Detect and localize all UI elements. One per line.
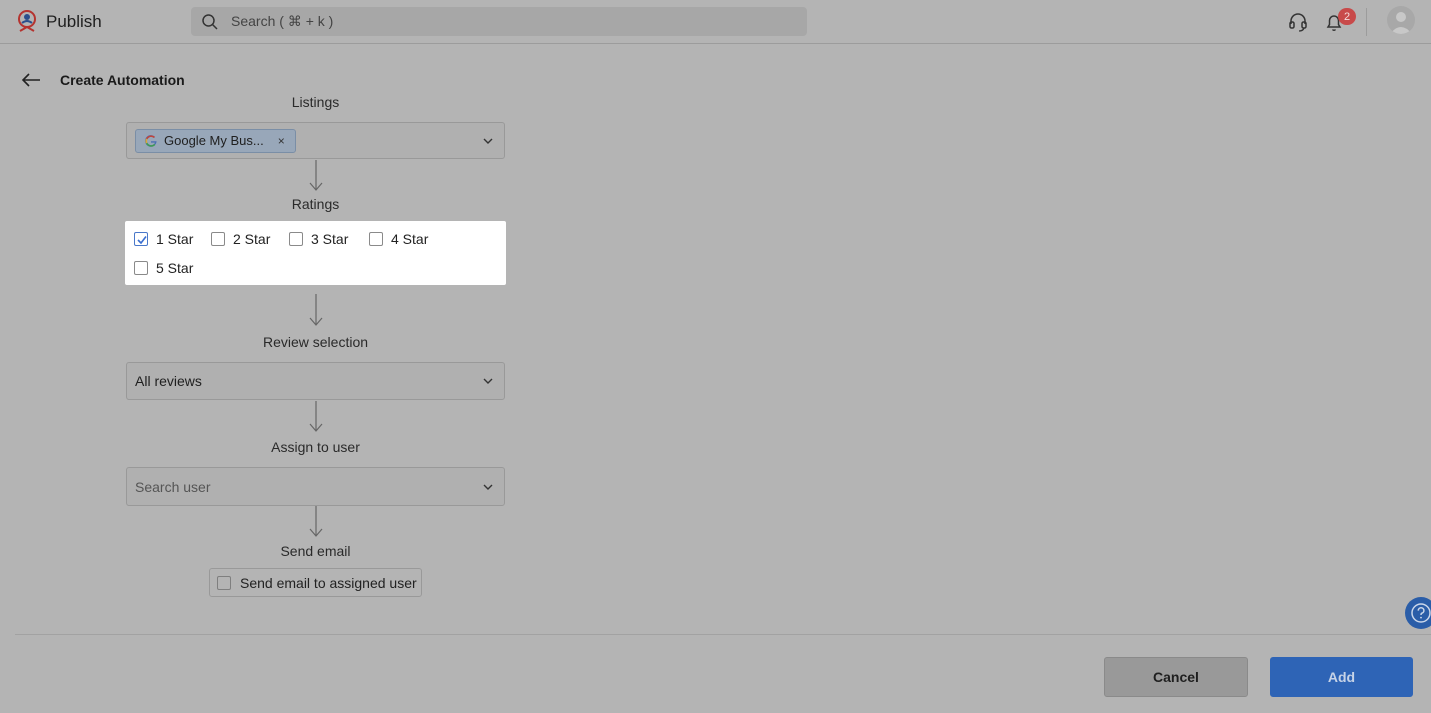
listings-label: Listings	[291, 94, 340, 110]
send-email-option[interactable]: Send email to assigned user	[209, 568, 422, 597]
checkmark-icon	[137, 236, 147, 245]
google-icon	[145, 134, 157, 147]
search-placeholder: Search ( ⌘ + k )	[231, 13, 334, 29]
send-email-checkbox[interactable]	[217, 575, 231, 590]
rating-option-label: 2 Star	[233, 231, 271, 247]
search-icon	[202, 13, 218, 30]
listing-chip-label: Google My Bus...	[164, 133, 264, 148]
flow-connector-arrow-icon	[309, 294, 323, 326]
ratings-label: Ratings	[291, 196, 340, 212]
search-input[interactable]: Search ( ⌘ + k )	[191, 7, 807, 36]
avatar[interactable]	[1387, 6, 1415, 34]
rating-option-label: 3 Star	[311, 231, 349, 247]
review-selection-select[interactable]: All reviews	[126, 362, 505, 400]
chevron-down-icon	[483, 484, 493, 490]
rating-option-label: 5 Star	[156, 260, 194, 276]
notification-badge: 2	[1338, 8, 1356, 25]
flow-connector-arrow-icon	[309, 506, 323, 537]
headset-icon[interactable]	[1287, 11, 1309, 33]
assign-user-select[interactable]: Search user	[126, 467, 505, 506]
rating-option-label: 1 Star	[156, 231, 194, 247]
header-divider	[1366, 8, 1367, 36]
publish-logo-icon	[18, 10, 36, 32]
user-icon	[1390, 12, 1412, 34]
checkbox-4-star[interactable]	[369, 232, 383, 246]
footer-divider	[15, 634, 1431, 635]
rating-option-2-star[interactable]: 2 Star	[211, 231, 270, 247]
checkbox-1-star[interactable]	[134, 232, 148, 246]
flow-connector-arrow-icon	[309, 160, 323, 191]
rating-option-5-star[interactable]: 5 Star	[134, 260, 193, 276]
listing-chip: Google My Bus... ×	[135, 128, 296, 153]
checkbox-3-star[interactable]	[289, 232, 303, 246]
app-name: Publish	[46, 12, 102, 31]
assign-user-placeholder: Search user	[135, 478, 211, 495]
page-title: Create Automation	[60, 72, 185, 88]
chevron-down-icon	[483, 378, 493, 384]
send-email-label: Send email	[280, 543, 351, 559]
listings-select[interactable]: Google My Bus... ×	[126, 122, 505, 159]
review-selection-label: Review selection	[262, 334, 369, 350]
back-arrow-icon[interactable]	[20, 70, 42, 90]
rating-option-1-star[interactable]: 1 Star	[134, 231, 193, 247]
send-email-option-label: Send email to assigned user	[240, 574, 417, 591]
ratings-options-panel: 1 Star 2 Star 3 Star 4 Star 5 Star	[125, 221, 506, 285]
rating-option-3-star[interactable]: 3 Star	[289, 231, 348, 247]
checkbox-5-star[interactable]	[134, 261, 148, 275]
cancel-button[interactable]: Cancel	[1104, 657, 1248, 697]
add-button[interactable]: Add	[1270, 657, 1413, 697]
top-bar: Publish Search ( ⌘ + k ) 2	[0, 0, 1431, 44]
question-icon	[1411, 603, 1431, 623]
rating-option-label: 4 Star	[391, 231, 429, 247]
chip-remove-button[interactable]: ×	[278, 134, 285, 148]
review-selection-value: All reviews	[135, 373, 202, 389]
flow-connector-arrow-icon	[309, 401, 323, 432]
chevron-down-icon	[483, 138, 493, 144]
checkbox-2-star[interactable]	[211, 232, 225, 246]
rating-option-4-star[interactable]: 4 Star	[369, 231, 428, 247]
brand[interactable]: Publish	[16, 8, 102, 36]
assign-user-label: Assign to user	[271, 439, 360, 455]
help-button[interactable]	[1405, 597, 1431, 629]
